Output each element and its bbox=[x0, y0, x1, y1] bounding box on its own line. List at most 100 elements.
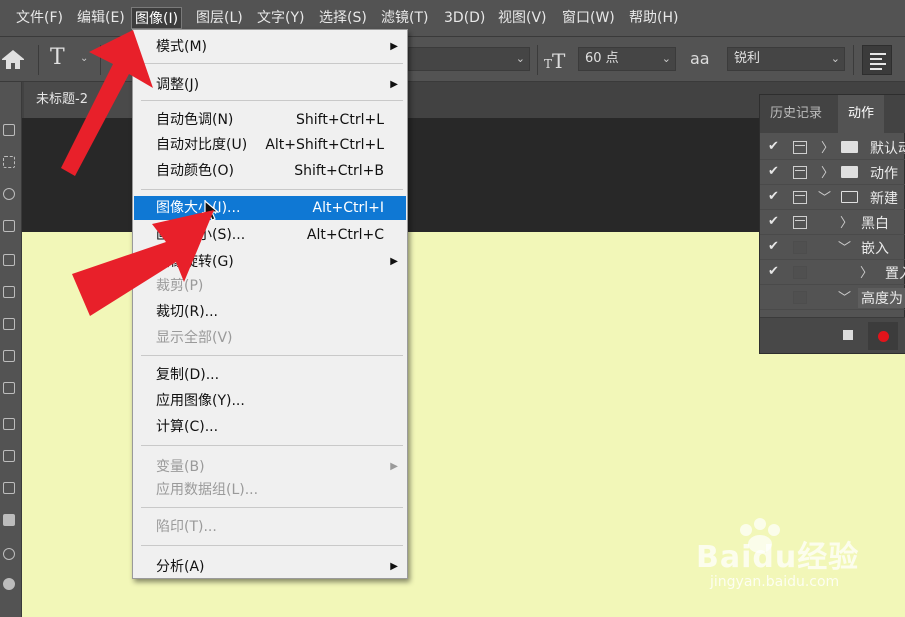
menu-item-label: 显示全部(V) bbox=[156, 330, 233, 346]
menu-3d[interactable]: 3D(D) bbox=[441, 7, 488, 29]
action-row[interactable]: ✔ 〉 黑白 bbox=[760, 210, 905, 235]
move-tool-icon[interactable] bbox=[3, 124, 15, 136]
brush-tool-icon[interactable] bbox=[3, 382, 15, 394]
menu-item-canvas-size[interactable]: 画布大小(S)... Alt+Ctrl+C bbox=[134, 223, 406, 247]
menu-select[interactable]: 选择(S) bbox=[316, 7, 370, 29]
menu-filter[interactable]: 滤镜(T) bbox=[378, 7, 431, 29]
healing-tool-icon[interactable] bbox=[3, 350, 15, 362]
dialog-toggle-icon[interactable] bbox=[793, 166, 807, 179]
submenu-arrow-icon: ▶ bbox=[390, 256, 398, 267]
tab-actions[interactable]: 动作 bbox=[838, 95, 885, 133]
chevron-down-icon: ⌄ bbox=[515, 52, 525, 65]
menu-item-label: 变量(B) bbox=[156, 459, 205, 475]
chevron-down-icon[interactable]: ﹀ bbox=[838, 237, 851, 256]
checkmark-icon[interactable]: ✔ bbox=[768, 239, 779, 254]
chevron-down-icon[interactable]: ﹀ bbox=[818, 187, 831, 206]
action-row[interactable]: ✔ ﹀ 嵌入 bbox=[760, 235, 905, 260]
menu-item-label: 裁剪(P) bbox=[156, 278, 204, 294]
record-button[interactable] bbox=[868, 322, 898, 350]
dialog-toggle-icon[interactable] bbox=[793, 191, 807, 204]
menu-item-crop: 裁剪(P) bbox=[134, 274, 406, 298]
menu-item-label: 模式(M) bbox=[156, 39, 208, 55]
menu-item-mode[interactable]: 模式(M) ▶ bbox=[134, 35, 406, 59]
dodge-tool-icon[interactable] bbox=[3, 548, 15, 560]
menu-item-trap: 陷印(T)... bbox=[134, 515, 406, 539]
menu-view[interactable]: 视图(V) bbox=[495, 7, 550, 29]
menu-item-trim[interactable]: 裁切(R)... bbox=[134, 300, 406, 324]
menu-separator bbox=[141, 189, 403, 190]
chevron-right-icon[interactable]: 〉 bbox=[860, 262, 873, 281]
gradient-tool-icon[interactable] bbox=[3, 514, 15, 526]
dialog-toggle-icon[interactable] bbox=[793, 241, 807, 254]
antialias-select[interactable]: 锐利 ⌄ bbox=[727, 47, 845, 71]
menu-type[interactable]: 文字(Y) bbox=[254, 7, 307, 29]
menu-edit[interactable]: 编辑(E) bbox=[74, 7, 128, 29]
menu-help[interactable]: 帮助(H) bbox=[626, 7, 681, 29]
chevron-right-icon[interactable]: 〉 bbox=[821, 137, 834, 156]
action-set-label: 默认动 bbox=[870, 141, 905, 157]
chevron-down-icon[interactable]: ⌄ bbox=[80, 53, 88, 64]
menu-layer[interactable]: 图层(L) bbox=[193, 7, 246, 29]
lasso-tool-icon[interactable] bbox=[3, 188, 15, 200]
checkmark-icon[interactable]: ✔ bbox=[768, 214, 779, 229]
menu-item-calculations[interactable]: 计算(C)... bbox=[134, 415, 406, 439]
chevron-right-icon[interactable]: 〉 bbox=[840, 212, 853, 231]
panel-footer bbox=[760, 317, 905, 353]
document-tab[interactable]: 未标题-2 bbox=[24, 82, 134, 118]
menu-image[interactable]: 图像(I) bbox=[131, 7, 183, 29]
menu-item-apply-image[interactable]: 应用图像(Y)... bbox=[134, 389, 406, 413]
svg-text:T: T bbox=[544, 57, 552, 71]
checkmark-icon[interactable]: ✔ bbox=[768, 264, 779, 279]
crop-tool-icon[interactable] bbox=[3, 254, 15, 266]
menu-item-adjustments[interactable]: 调整(J) ▶ bbox=[134, 73, 406, 97]
menu-file[interactable]: 文件(F) bbox=[13, 7, 66, 29]
menu-item-duplicate[interactable]: 复制(D)... bbox=[134, 363, 406, 387]
action-row[interactable]: ✔ 〉 动作 bbox=[760, 160, 905, 185]
image-menu: 模式(M) ▶ 调整(J) ▶ 自动色调(N) Shift+Ctrl+L 自动对… bbox=[132, 29, 408, 579]
action-row[interactable]: ✔ 〉 默认动 bbox=[760, 135, 905, 160]
menu-item-label: 调整(J) bbox=[156, 77, 200, 93]
menu-item-auto-color[interactable]: 自动颜色(O) Shift+Ctrl+B bbox=[134, 159, 406, 183]
action-row[interactable]: ✔ ﹀ 新建 bbox=[760, 185, 905, 210]
dialog-toggle-icon[interactable] bbox=[793, 266, 807, 279]
text-tool-icon[interactable]: T bbox=[50, 45, 65, 70]
menu-window[interactable]: 窗口(W) bbox=[559, 7, 618, 29]
pen-tool-icon[interactable] bbox=[3, 578, 15, 590]
align-left-button[interactable] bbox=[862, 45, 892, 75]
checkmark-icon[interactable]: ✔ bbox=[768, 189, 779, 204]
marquee-tool-icon[interactable] bbox=[3, 156, 15, 168]
font-size-icon: T T bbox=[544, 49, 566, 72]
stamp-tool-icon[interactable] bbox=[3, 418, 15, 430]
menu-item-auto-tone[interactable]: 自动色调(N) Shift+Ctrl+L bbox=[134, 108, 406, 132]
frame-tool-icon[interactable] bbox=[3, 286, 15, 298]
dialog-toggle-icon[interactable] bbox=[793, 291, 807, 304]
watermark-brand: Baidu经验 bbox=[696, 540, 860, 575]
history-brush-tool-icon[interactable] bbox=[3, 450, 15, 462]
eyedropper-tool-icon[interactable] bbox=[3, 318, 15, 330]
font-size-select[interactable]: 60 点 ⌄ bbox=[578, 47, 676, 71]
tab-history[interactable]: 历史记录 bbox=[760, 95, 832, 133]
home-icon[interactable] bbox=[0, 45, 26, 73]
quick-select-tool-icon[interactable] bbox=[3, 220, 15, 232]
menu-item-image-rotation[interactable]: 图像旋转(G) ▶ bbox=[134, 250, 406, 274]
chevron-down-icon[interactable]: ﹀ bbox=[838, 287, 851, 306]
action-row[interactable]: ✔ 〉 置入 bbox=[760, 260, 905, 285]
menu-item-label: 自动色调(N) bbox=[156, 112, 234, 128]
font-style-select[interactable]: ⌄ bbox=[408, 47, 530, 71]
menu-item-shortcut: Shift+Ctrl+B bbox=[294, 163, 384, 179]
watermark-url: jingyan.baidu.com bbox=[710, 574, 840, 590]
checkmark-icon[interactable]: ✔ bbox=[768, 164, 779, 179]
chevron-right-icon[interactable]: 〉 bbox=[821, 162, 834, 181]
eraser-tool-icon[interactable] bbox=[3, 482, 15, 494]
dialog-toggle-icon[interactable] bbox=[793, 141, 807, 154]
dialog-toggle-icon[interactable] bbox=[793, 216, 807, 229]
action-row[interactable]: ﹀ 高度为 bbox=[760, 285, 905, 310]
checkmark-icon[interactable]: ✔ bbox=[768, 139, 779, 154]
menu-item-label: 陷印(T)... bbox=[156, 519, 217, 535]
menu-item-image-size[interactable]: 图像大小(I)... Alt+Ctrl+I bbox=[134, 196, 406, 220]
folder-icon bbox=[841, 141, 858, 153]
menu-item-auto-contrast[interactable]: 自动对比度(U) Alt+Shift+Ctrl+L bbox=[134, 133, 406, 157]
menu-item-analysis[interactable]: 分析(A) ▶ bbox=[134, 555, 406, 579]
separator bbox=[853, 45, 854, 75]
stop-icon[interactable] bbox=[843, 330, 853, 340]
